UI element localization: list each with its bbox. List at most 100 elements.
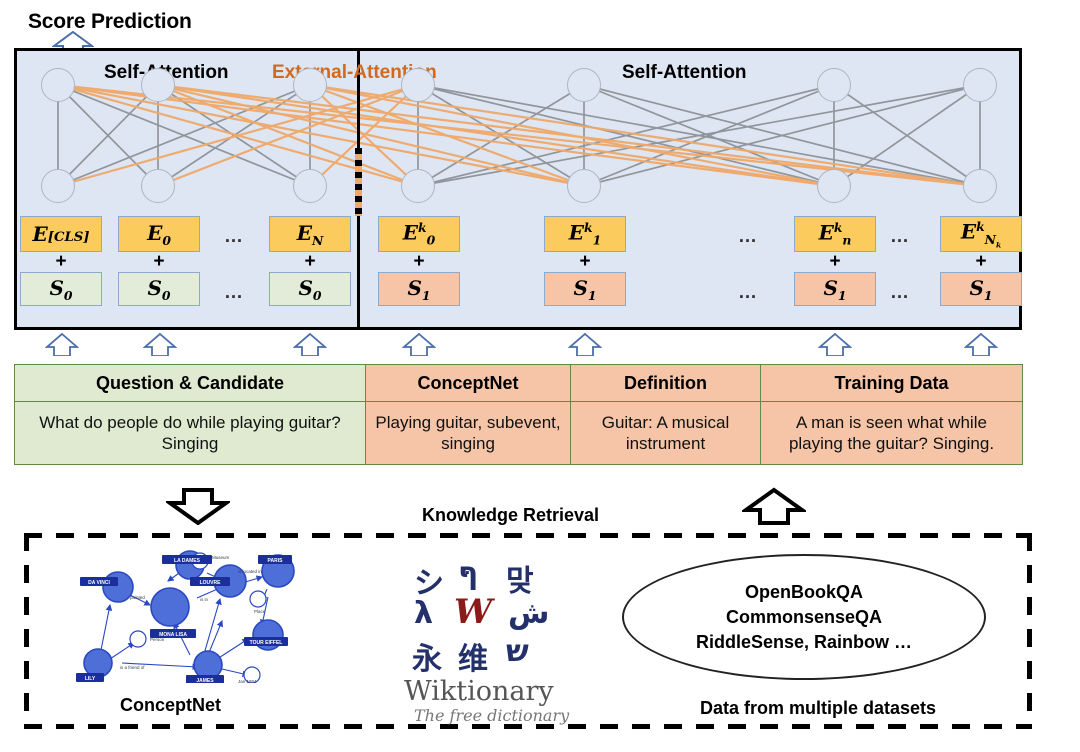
svg-text:Person: Person xyxy=(150,637,165,642)
input-arrow-icon xyxy=(293,332,327,356)
segment-box: S1 xyxy=(940,272,1022,306)
encoder-node xyxy=(567,68,601,102)
segment-label: S1 xyxy=(823,275,847,303)
svg-text:DA VINCI: DA VINCI xyxy=(88,580,110,586)
knowledge-retrieval-label: Knowledge Retrieval xyxy=(422,505,600,525)
embedding-label: E[CLS] xyxy=(32,222,90,246)
embedding-box: Ek1 xyxy=(544,216,626,252)
segment-box: S0 xyxy=(269,272,351,306)
dataset-name: CommonsenseQA xyxy=(725,606,883,627)
table-header-conceptnet: ConceptNet xyxy=(365,364,571,402)
wiktionary-tagline: The free dictionary xyxy=(414,706,570,725)
input-arrow-icon xyxy=(402,332,436,356)
segment-label: S1 xyxy=(407,275,431,303)
embedding-box: EN xyxy=(269,216,351,252)
embedding-label: Ekn xyxy=(818,220,852,248)
input-arrow-icon xyxy=(143,332,177,356)
segment-box: S0 xyxy=(118,272,200,306)
table-cell-question-candidate: What do people do while playing guitar? … xyxy=(14,401,366,465)
embedding-box: E0 xyxy=(118,216,200,252)
wiktionary-wordmark: Wiktionary xyxy=(404,676,554,707)
embedding-label: Ek0 xyxy=(402,220,436,248)
encoder-node xyxy=(963,169,997,203)
svg-text:Museum: Museum xyxy=(212,555,230,560)
knowledge-retrieval-down-arrow-icon xyxy=(166,487,230,525)
conceptnet-caption: ConceptNet xyxy=(120,695,222,715)
plus-sign: + xyxy=(153,251,165,272)
table-header-training-data: Training Data xyxy=(760,364,1023,402)
svg-text:painted: painted xyxy=(130,595,145,600)
token-ellipsis: … xyxy=(890,282,910,303)
svg-text:is a friend of: is a friend of xyxy=(120,665,145,670)
table-header-row: Question & Candidate ConceptNet Definiti… xyxy=(14,364,1023,402)
token-column: Ekn + S1 xyxy=(794,216,876,306)
segment-label: S0 xyxy=(298,275,322,303)
wiktionary-glyph: ףּ xyxy=(458,556,479,591)
segment-box: S1 xyxy=(544,272,626,306)
segment-label: S0 xyxy=(49,275,73,303)
svg-text:PARIS: PARIS xyxy=(268,558,284,564)
input-arrow-icon xyxy=(818,332,852,356)
svg-text:LILY: LILY xyxy=(85,676,96,682)
datasets-ellipse: OpenBookQA CommonsenseQA RiddleSense, Ra… xyxy=(622,554,986,680)
segment-label: S1 xyxy=(969,275,993,303)
table-cell-definition: Guitar: A musical instrument xyxy=(570,401,761,465)
encoder-node xyxy=(293,68,327,102)
svg-text:JAMES: JAMES xyxy=(196,678,214,683)
encoder-node xyxy=(401,169,435,203)
token-ellipsis: … xyxy=(738,226,758,247)
svg-text:LA DAMES: LA DAMES xyxy=(174,558,201,564)
token-column: Ek1 + S1 xyxy=(544,216,626,306)
embedding-label: EkNk xyxy=(960,218,1002,250)
table-header-question-candidate: Question & Candidate xyxy=(14,364,366,402)
encoder-node xyxy=(817,169,851,203)
table-cell-training-data: A man is seen what while playing the gui… xyxy=(760,401,1023,465)
token-column: EkNk + S1 xyxy=(940,216,1022,306)
svg-text:is in: is in xyxy=(200,597,208,602)
wiktionary-glyph: ש xyxy=(506,634,529,669)
conceptnet-graph-image: DA VINCIMONA LISA LA DAMESLOUVRE PARISTO… xyxy=(76,550,295,683)
token-column: Ek0 + S1 xyxy=(378,216,460,306)
plus-sign: + xyxy=(304,251,316,272)
svg-text:Jan 1984: Jan 1984 xyxy=(238,679,257,683)
table-cell-conceptnet: Playing guitar, subevent, singing xyxy=(365,401,571,465)
input-table: Question & Candidate ConceptNet Definiti… xyxy=(14,364,1023,465)
plus-sign: + xyxy=(579,251,591,272)
segment-box: S1 xyxy=(794,272,876,306)
embedding-box: E[CLS] xyxy=(20,216,102,252)
wiktionary-logo-icon: シ ףּ 맞 λ W ش 永 维 ש xyxy=(408,556,558,678)
dataset-name: RiddleSense, Rainbow … xyxy=(695,631,913,652)
embedding-box: Ek0 xyxy=(378,216,460,252)
plus-sign: + xyxy=(829,251,841,272)
plus-sign: + xyxy=(975,251,987,272)
encoder-node xyxy=(963,68,997,102)
embedding-box: Ekn xyxy=(794,216,876,252)
svg-text:TOUR EIFFEL: TOUR EIFFEL xyxy=(250,640,283,646)
segment-box: S0 xyxy=(20,272,102,306)
token-column: E0 + S0 xyxy=(118,216,200,306)
encoder-node xyxy=(41,169,75,203)
token-ellipsis: … xyxy=(224,226,244,247)
input-arrow-icon xyxy=(568,332,602,356)
segment-box: S1 xyxy=(378,272,460,306)
dataset-name: OpenBookQA xyxy=(744,581,863,602)
wiktionary-glyph: λ xyxy=(414,596,433,631)
embedding-label: EN xyxy=(296,220,324,248)
input-arrow-icon xyxy=(964,332,998,356)
panel-divider-dashed-segment xyxy=(355,148,362,216)
self-attention-label-right: Self-Attention xyxy=(622,62,747,83)
plus-sign: + xyxy=(413,251,425,272)
svg-text:LOUVRE: LOUVRE xyxy=(200,580,222,586)
embedding-label: E0 xyxy=(147,220,171,248)
datasets-caption: Data from multiple datasets xyxy=(700,698,937,718)
embedding-label: Ek1 xyxy=(568,220,602,248)
wiktionary-glyph: 永 xyxy=(412,642,442,677)
segment-label: S0 xyxy=(147,275,171,303)
encoder-node xyxy=(141,169,175,203)
svg-text:Place: Place xyxy=(254,609,266,614)
encoder-node xyxy=(567,169,601,203)
encoder-node xyxy=(293,169,327,203)
table-row: What do people do while playing guitar? … xyxy=(14,401,1023,465)
plus-sign: + xyxy=(55,251,67,272)
table-header-definition: Definition xyxy=(570,364,761,402)
